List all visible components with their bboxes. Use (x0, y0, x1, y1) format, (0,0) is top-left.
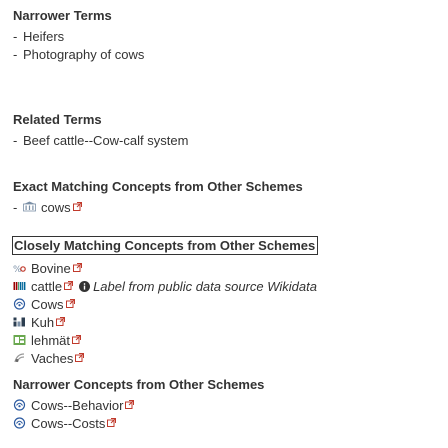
subject-detail-page: Narrower Terms - Heifers - Photography o… (0, 0, 448, 448)
external-link-icon[interactable] (72, 263, 82, 272)
source-icon-red: % (13, 265, 26, 274)
close-match-link-cows[interactable]: Cows (31, 297, 64, 312)
narrower-other-link-cows-costs[interactable]: Cows--Costs (31, 416, 105, 431)
external-link-icon[interactable] (72, 202, 82, 211)
info-icon (79, 281, 91, 292)
related-term-link-beef-cattle[interactable]: Beef cattle--Cow-calf system (23, 133, 188, 148)
source-icon-dnb (13, 317, 25, 327)
narrower-other-link-cows-behavior[interactable]: Cows--Behavior (31, 398, 123, 413)
external-link-icon[interactable] (56, 317, 66, 326)
narrower-other-section: Narrower Concepts from Other Schemes Cow… (13, 377, 264, 433)
close-match-link-cattle[interactable]: cattle (31, 279, 62, 294)
narrower-other-heading: Narrower Concepts from Other Schemes (13, 377, 265, 392)
list-item: Vaches (13, 350, 318, 368)
source-icon-ram (14, 353, 25, 363)
narrower-term-link-heifers[interactable]: Heifers (23, 29, 64, 44)
list-item: - cows (13, 199, 303, 217)
list-item: Cows (13, 296, 318, 314)
external-link-icon[interactable] (65, 299, 75, 308)
closely-matching-section: Closely Matching Concepts from Other Sch… (12, 236, 319, 368)
narrower-terms-heading: Narrower Terms (13, 8, 112, 23)
list-item: lehmät (13, 332, 318, 350)
external-link-icon[interactable] (72, 335, 82, 344)
list-item: - Photography of cows (13, 47, 145, 62)
list-item: - Beef cattle--Cow-calf system (13, 133, 189, 148)
external-link-icon[interactable] (107, 418, 117, 427)
close-match-link-vaches[interactable]: Vaches (31, 351, 73, 366)
exact-match-link-cows[interactable]: cows (41, 200, 71, 215)
close-match-link-kuh[interactable]: Kuh (31, 315, 54, 330)
closely-matching-heading: Closely Matching Concepts from Other Sch… (12, 236, 319, 255)
list-item: Kuh (13, 314, 318, 332)
narrower-terms-section: Narrower Terms - Heifers - Photography o… (13, 8, 144, 64)
list-item: Cows--Costs (13, 415, 264, 433)
external-link-icon[interactable] (64, 281, 74, 290)
wikidata-icon (13, 282, 26, 290)
source-icon-green (13, 335, 26, 345)
list-item: - Heifers (13, 29, 65, 44)
narrower-term-link-photography-of-cows[interactable]: Photography of cows (23, 47, 144, 62)
related-terms-heading: Related Terms (13, 112, 102, 127)
list-item: cattle Label from public data source Wik… (13, 278, 318, 296)
close-match-link-bovine[interactable]: Bovine (31, 261, 71, 276)
list-item: Cows--Behavior (13, 397, 264, 415)
scheme-icon-blue (13, 399, 26, 411)
wikidata-label-note: Label from public data source Wikidata (93, 279, 317, 294)
scheme-icon-blue (13, 298, 26, 310)
lcsh-icon (23, 201, 36, 212)
external-link-icon[interactable] (125, 400, 135, 409)
exact-matching-section: Exact Matching Concepts from Other Schem… (13, 179, 303, 217)
related-terms-section: Related Terms - Beef cattle--Cow-calf sy… (13, 112, 188, 150)
exact-matching-heading: Exact Matching Concepts from Other Schem… (13, 179, 303, 194)
scheme-icon-blue (13, 417, 26, 429)
external-link-icon[interactable] (75, 353, 85, 362)
close-match-link-lehmat[interactable]: lehmät (31, 333, 70, 348)
list-item: % Bovine (13, 260, 318, 278)
